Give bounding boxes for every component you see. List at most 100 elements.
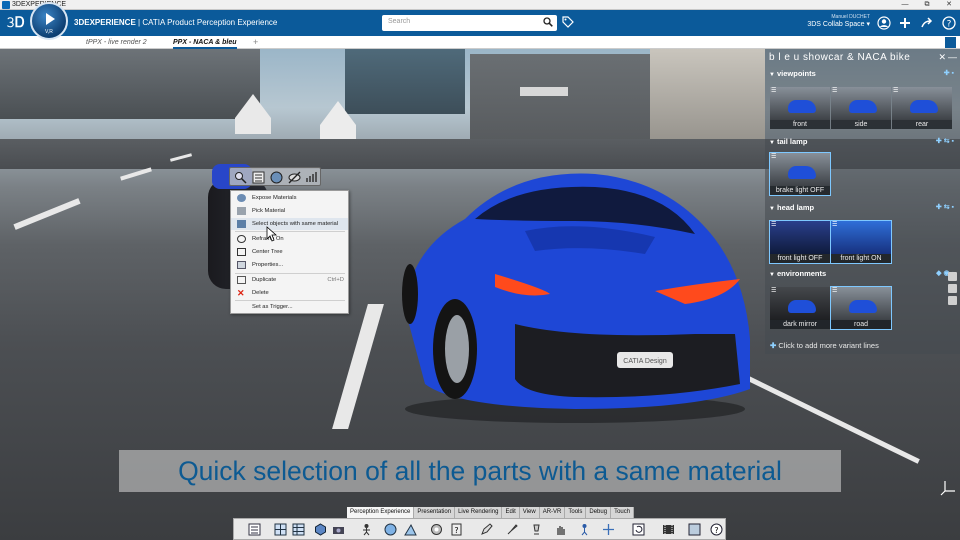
search-placeholder: Search bbox=[388, 18, 411, 25]
globe-icon[interactable] bbox=[384, 523, 397, 536]
menu-item-center-tree[interactable]: Center Tree bbox=[231, 246, 348, 258]
close-window-button[interactable]: ✕ bbox=[938, 0, 960, 10]
hand-icon[interactable] bbox=[554, 523, 567, 536]
help-icon[interactable]: ? bbox=[942, 16, 956, 30]
minimize-button[interactable]: — bbox=[894, 0, 916, 10]
menu-item-delete[interactable]: ✕ Delete bbox=[231, 287, 348, 299]
panel-collapse-button[interactable]: — bbox=[948, 52, 957, 62]
menu-item-label: Set as Trigger... bbox=[252, 304, 293, 310]
menu-icon[interactable]: ☰ bbox=[832, 87, 837, 94]
app-logo-icon bbox=[2, 1, 10, 9]
tab-debug[interactable]: Debug bbox=[586, 507, 612, 518]
export-image-icon[interactable] bbox=[688, 523, 701, 536]
compass-button[interactable]: V,R bbox=[30, 2, 68, 40]
user-avatar-icon[interactable] bbox=[877, 16, 891, 30]
person-move-icon[interactable] bbox=[578, 523, 591, 536]
menu-icon[interactable]: ☰ bbox=[832, 221, 837, 228]
search-icon[interactable] bbox=[543, 17, 553, 27]
tab-ar-vr[interactable]: AR-VR bbox=[539, 507, 566, 518]
thumb-rear[interactable]: ☰ rear bbox=[892, 87, 952, 129]
menu-item-expose-materials[interactable]: Expose Materials bbox=[231, 192, 348, 204]
menu-icon[interactable]: ☰ bbox=[771, 153, 776, 160]
blue-car[interactable]: CATIA Design bbox=[395, 159, 755, 429]
menu-icon[interactable]: ☰ bbox=[771, 287, 776, 294]
menu-icon[interactable]: ☰ bbox=[832, 287, 837, 294]
share-icon[interactable] bbox=[920, 16, 934, 30]
more-options-icon[interactable] bbox=[305, 171, 318, 184]
menu-item-reframe-on[interactable]: Reframe On bbox=[231, 233, 348, 245]
tab-edit[interactable]: Edit bbox=[502, 507, 520, 518]
thumb-dark-mirror[interactable]: ☰ dark mirror bbox=[770, 287, 830, 329]
question-icon[interactable]: ? bbox=[710, 523, 723, 536]
menu-item-pick-material[interactable]: Pick Material bbox=[231, 205, 348, 217]
brush-icon[interactable] bbox=[506, 523, 519, 536]
menu-item-select-same-material[interactable]: Select objects with same material bbox=[231, 218, 348, 230]
tree-icon[interactable] bbox=[252, 171, 265, 184]
material-sphere-icon[interactable] bbox=[270, 171, 283, 184]
axis-compass-icon[interactable] bbox=[940, 478, 958, 496]
thumb-caption: front light ON bbox=[831, 254, 891, 263]
menu-item-set-as-trigger[interactable]: Set as Trigger... bbox=[231, 301, 348, 313]
search-input[interactable]: Search bbox=[382, 15, 557, 31]
tab-naca-bleu[interactable]: PPX - NACA & bleu bbox=[173, 36, 237, 49]
section-actions-icon[interactable]: ✚ ⇆ ▪ bbox=[936, 203, 954, 211]
menu-icon[interactable]: ☰ bbox=[771, 221, 776, 228]
tab-live-render[interactable]: tPPX - live render 2 bbox=[86, 36, 147, 49]
grid-icon[interactable] bbox=[274, 523, 287, 536]
light-icon[interactable] bbox=[404, 523, 417, 536]
tag-icon[interactable] bbox=[562, 16, 574, 28]
menu-icon[interactable]: ☰ bbox=[771, 87, 776, 94]
thumb-caption: rear bbox=[892, 120, 952, 129]
add-tab-button[interactable]: + bbox=[253, 36, 258, 49]
maximize-icon[interactable] bbox=[945, 37, 956, 48]
ds-logo-icon: 𝟹Ꭰ bbox=[6, 15, 25, 31]
thumb-brake-light-off[interactable]: ☰ brake light OFF bbox=[769, 152, 831, 196]
help-book-icon[interactable]: ? bbox=[450, 523, 463, 536]
variants-panel: b l e u showcar & NACA bike ✕ — ▼ viewpoi… bbox=[765, 49, 960, 354]
pen-icon[interactable] bbox=[480, 523, 493, 536]
settings-gear-icon[interactable] bbox=[430, 523, 443, 536]
section-viewpoints[interactable]: ▼ viewpoints ✚ ▪ bbox=[769, 69, 956, 81]
thumb-side[interactable]: ☰ side bbox=[831, 87, 891, 129]
section-actions-icon[interactable]: ✚ ⇆ ▪ bbox=[936, 137, 954, 145]
thumb-front-light-on[interactable]: ☰ front light ON bbox=[830, 220, 892, 264]
panel-close-button[interactable]: ✕ bbox=[938, 52, 946, 63]
film-icon[interactable] bbox=[662, 523, 675, 536]
sparkle-icon[interactable] bbox=[602, 523, 615, 536]
thumb-road[interactable]: ☰ road bbox=[830, 286, 892, 330]
building-left bbox=[0, 49, 260, 119]
tab-touch[interactable]: Touch bbox=[611, 507, 635, 518]
add-variant-line-button[interactable]: ✚ Click to add more variant lines bbox=[770, 341, 879, 350]
thumb-front[interactable]: ☰ front bbox=[770, 87, 830, 129]
section-actions-icon[interactable]: ✚ ▪ bbox=[944, 69, 954, 77]
cube-icon[interactable] bbox=[314, 523, 327, 536]
list-icon[interactable] bbox=[248, 523, 261, 536]
menu-icon[interactable]: ☰ bbox=[893, 87, 898, 94]
hide-icon[interactable] bbox=[288, 171, 301, 184]
thumb-caption: dark mirror bbox=[770, 320, 830, 329]
menu-item-duplicate[interactable]: Duplicate Ctrl+D bbox=[231, 274, 348, 286]
figure-icon[interactable] bbox=[360, 523, 373, 536]
camera-icon[interactable] bbox=[332, 523, 345, 536]
section-tail-lamp[interactable]: ▼ tail lamp ✚ ⇆ ▪ bbox=[769, 137, 956, 149]
user-info[interactable]: Manuel DUCHET 3DS Collab Space ▾ bbox=[800, 14, 870, 28]
tab-live-rendering[interactable]: Live Rendering bbox=[455, 507, 503, 518]
restore-button[interactable]: ⧉ bbox=[916, 0, 938, 10]
thumb-front-light-off[interactable]: ☰ front light OFF bbox=[769, 220, 831, 264]
tab-presentation[interactable]: Presentation bbox=[414, 507, 456, 518]
refresh-icon[interactable] bbox=[632, 523, 645, 536]
tab-view[interactable]: View bbox=[519, 507, 540, 518]
lamp-icon[interactable] bbox=[530, 523, 543, 536]
add-icon[interactable] bbox=[898, 16, 912, 30]
tab-perception-experience[interactable]: Perception Experience bbox=[347, 507, 415, 518]
action-bar-tabs: Perception Experience Presentation Live … bbox=[347, 507, 635, 518]
menu-separator bbox=[235, 231, 345, 232]
section-environments[interactable]: ▼ environments ◆ ◉ ▪ bbox=[769, 269, 956, 281]
section-head-lamp[interactable]: ▼ head lamp ✚ ⇆ ▪ bbox=[769, 203, 956, 215]
menu-item-properties[interactable]: Properties... bbox=[231, 259, 348, 271]
magnifier-icon[interactable] bbox=[234, 171, 247, 184]
tab-tools[interactable]: Tools bbox=[565, 507, 587, 518]
side-scroll-controls[interactable] bbox=[948, 272, 958, 320]
collab-space-selector[interactable]: 3DS Collab Space ▾ bbox=[800, 20, 870, 28]
table-icon[interactable] bbox=[292, 523, 305, 536]
